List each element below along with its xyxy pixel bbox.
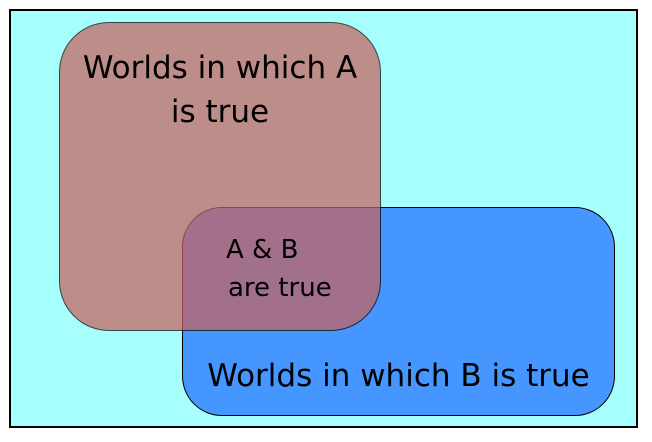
overlap-label: A & B are true [200, 231, 360, 307]
overlap-label-line2: are true [228, 273, 332, 303]
overlap-label-line1: A & B [226, 235, 299, 265]
region-a-label-line2: is true [170, 94, 270, 130]
region-a-label-line1: Worlds in which A [82, 50, 358, 86]
venn-diagram: Worlds in which A is true A & B are true… [0, 0, 652, 442]
region-a-label: Worlds in which A is true [59, 46, 381, 134]
region-b-label: Worlds in which B is true [207, 358, 590, 394]
